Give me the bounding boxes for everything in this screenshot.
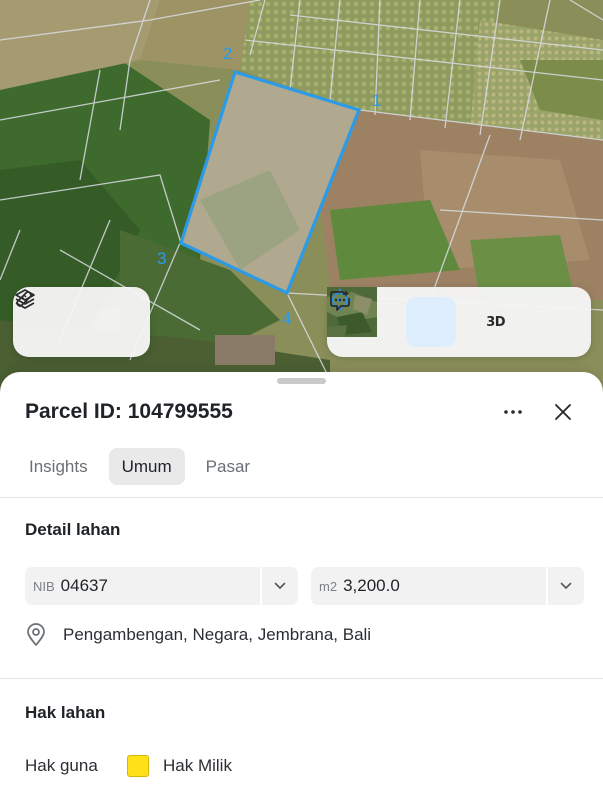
sheet-drag-handle[interactable]: [277, 378, 326, 384]
more-options-button[interactable]: [496, 395, 530, 429]
nib-dropdown-button[interactable]: [260, 567, 298, 605]
parcel-detail-sheet: Parcel ID: 104799555 Insights Umum Pasar…: [0, 372, 603, 804]
nib-prefix: NIB: [33, 578, 55, 594]
measure-icon: [16, 291, 32, 307]
area-field[interactable]: m2 3,200.0: [311, 567, 584, 605]
area-value: 3,200.0: [343, 576, 400, 595]
locate-button[interactable]: [329, 289, 457, 347]
vertex-label-4: 4: [282, 309, 291, 328]
map-view-panel: 3D: [327, 287, 591, 357]
three-d-button[interactable]: 3D: [474, 297, 518, 347]
map-tools-panel: [13, 287, 150, 357]
vertex-label-3: 3: [157, 249, 166, 268]
sheet-header: Parcel ID: 104799555: [25, 398, 580, 426]
chevron-down-icon: [560, 582, 572, 590]
tab-umum[interactable]: Umum: [108, 448, 185, 485]
location-pin-icon: [27, 623, 45, 646]
rights-label: Hak guna: [25, 756, 98, 775]
location-row: Pengambengan, Negara, Jembrana, Bali: [25, 623, 371, 647]
three-d-label: 3D: [486, 314, 506, 330]
chevron-down-icon: [274, 582, 286, 590]
chat-icon: [330, 290, 350, 311]
detail-section-title: Detail lahan: [25, 520, 121, 539]
area-prefix: m2: [319, 578, 338, 594]
area-dropdown-button[interactable]: [546, 567, 584, 605]
parcel-title: Parcel ID: 104799555: [25, 400, 233, 423]
vertex-label-2: 2: [223, 44, 232, 63]
nib-field[interactable]: NIB 04637: [25, 567, 298, 605]
location-text: Pengambengan, Negara, Jembrana, Bali: [63, 625, 372, 644]
tab-pasar[interactable]: Pasar: [193, 448, 263, 485]
nib-value: 04637: [60, 576, 108, 595]
vertex-label-1: 1: [372, 91, 381, 110]
rights-value: Hak Milik: [163, 756, 232, 775]
tabs-divider: [0, 497, 603, 498]
sheet-tabs: Insights Umum Pasar: [16, 448, 263, 485]
rights-section-title: Hak lahan: [25, 703, 106, 722]
rights-row: Hak guna Hak Milik: [25, 755, 232, 777]
measure-button[interactable]: [16, 291, 133, 347]
rights-color-swatch: [127, 755, 149, 777]
more-horizontal-icon: [504, 410, 522, 414]
section-divider: [0, 678, 603, 679]
close-button[interactable]: [546, 395, 580, 429]
map-view[interactable]: 1 2 3 4 3D: [0, 0, 603, 400]
feedback-button[interactable]: [330, 290, 579, 347]
tab-insights[interactable]: Insights: [16, 448, 101, 485]
close-icon: [555, 404, 571, 420]
